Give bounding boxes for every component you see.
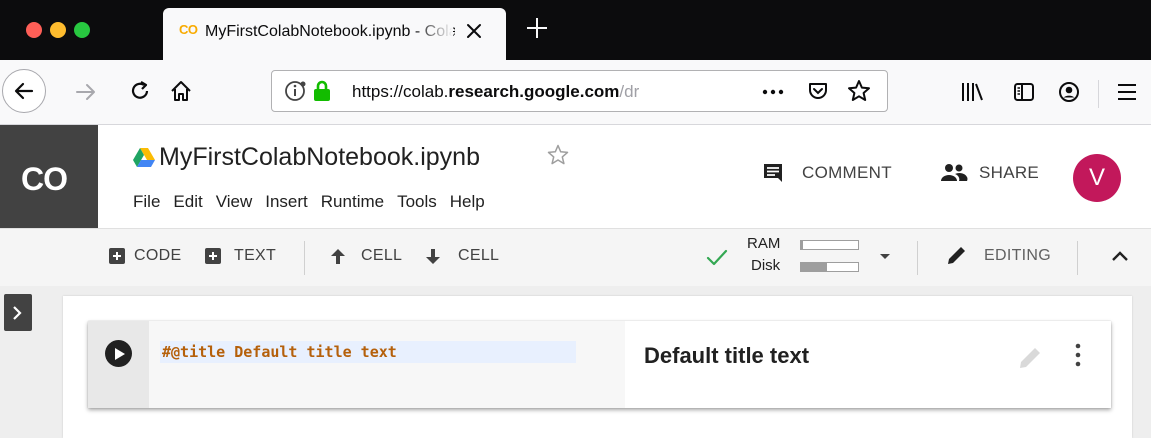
code-cell[interactable]: #@title Default title text Default title… [88,321,1111,408]
cell-gutter [88,321,149,408]
avatar[interactable]: V [1073,154,1121,202]
star-icon[interactable] [546,143,570,167]
tab-title-fade [413,16,453,50]
add-text-label: TEXT [234,247,277,264]
disk-bar [800,262,859,272]
notebook-title[interactable]: MyFirstColabNotebook.ipynb [159,143,480,172]
colab-logo-text: CO [21,161,68,197]
browser-tab[interactable]: CO MyFirstColabNotebook.ipynb - Colab [163,8,506,60]
sidebar-icon[interactable] [1012,80,1036,104]
menu-file[interactable]: File [133,192,160,211]
back-button[interactable] [2,69,46,113]
pocket-icon[interactable] [807,80,829,102]
close-window-button[interactable] [26,22,42,38]
dropdown-arrow-icon [880,254,890,259]
more-vert-icon[interactable] [1074,343,1082,369]
browser-tab-bar: CO MyFirstColabNotebook.ipynb - Colab [0,0,1151,60]
menu-tools[interactable]: Tools [397,192,437,211]
url-text: https://colab.research.google.com/dr [352,82,639,102]
resource-monitor[interactable]: RAM Disk [745,233,895,283]
toolbar-divider [304,241,305,275]
add-box-icon [109,248,125,264]
colab-logo[interactable]: CO [0,125,98,228]
toolbar-divider [917,241,918,275]
lock-icon [310,79,334,103]
editing-label: EDITING [984,247,1051,264]
disk-bar-fill [801,263,827,271]
more-icon[interactable] [760,82,786,102]
share-label: SHARE [979,163,1040,182]
toolbar-divider [1098,80,1099,108]
add-code-label: CODE [134,247,182,264]
back-icon [14,82,34,100]
code-editor[interactable]: #@title Default title text [149,321,625,408]
url-host: research.google.com [448,82,620,101]
form-title: Default title text [644,343,810,368]
menu-bar: File Edit View Insert Runtime Tools Help [133,192,498,212]
maximize-window-button[interactable] [74,22,90,38]
menu-insert[interactable]: Insert [265,192,308,211]
account-icon[interactable] [1057,80,1081,104]
minimize-window-button[interactable] [50,22,66,38]
notebook-toolbar: CODE TEXT CELL CELL RAM Disk EDITING [0,228,1151,287]
bookmark-star-icon[interactable] [847,79,871,103]
info-icon[interactable] [284,80,306,102]
comment-label: COMMENT [802,163,892,182]
arrow-down-icon [426,249,440,264]
add-box-icon [205,248,221,264]
reload-icon[interactable] [128,79,152,103]
menu-edit[interactable]: Edit [173,192,202,211]
cell-up-label: CELL [361,247,403,264]
home-icon[interactable] [169,79,193,103]
check-icon [706,248,728,268]
hamburger-menu-icon[interactable] [1116,82,1138,102]
people-icon [941,164,968,181]
ram-bar [800,240,859,250]
collapse-header-icon[interactable] [1111,249,1129,263]
ram-bar-fill [801,241,804,249]
menu-runtime[interactable]: Runtime [321,192,384,211]
comment-icon [764,164,782,182]
ram-label: RAM [747,235,781,252]
chevron-right-icon [13,306,22,320]
google-drive-icon [132,147,156,169]
edit-pencil-icon[interactable] [1016,343,1044,371]
arrow-up-icon [331,249,345,264]
colab-favicon-icon: CO [179,22,198,37]
play-icon [115,348,125,360]
library-icon[interactable] [960,80,986,104]
sidebar-toggle-button[interactable] [4,294,32,331]
url-path: /dr [619,82,640,101]
new-tab-icon[interactable] [525,16,549,40]
code-text: #@title Default title text [162,343,397,361]
toolbar-divider [1077,241,1078,275]
pencil-icon [948,247,965,264]
navigation-toolbar: https://colab.research.google.com/dr [0,60,1151,125]
menu-view[interactable]: View [216,192,253,211]
url-bar[interactable]: https://colab.research.google.com/dr [271,70,888,112]
run-cell-button[interactable] [105,340,132,367]
disk-label: Disk [751,257,781,274]
forward-icon[interactable] [74,80,98,104]
close-tab-icon[interactable] [463,20,485,42]
menu-help[interactable]: Help [450,192,485,211]
cell-down-label: CELL [458,247,500,264]
url-prefix: https://colab. [352,82,449,101]
